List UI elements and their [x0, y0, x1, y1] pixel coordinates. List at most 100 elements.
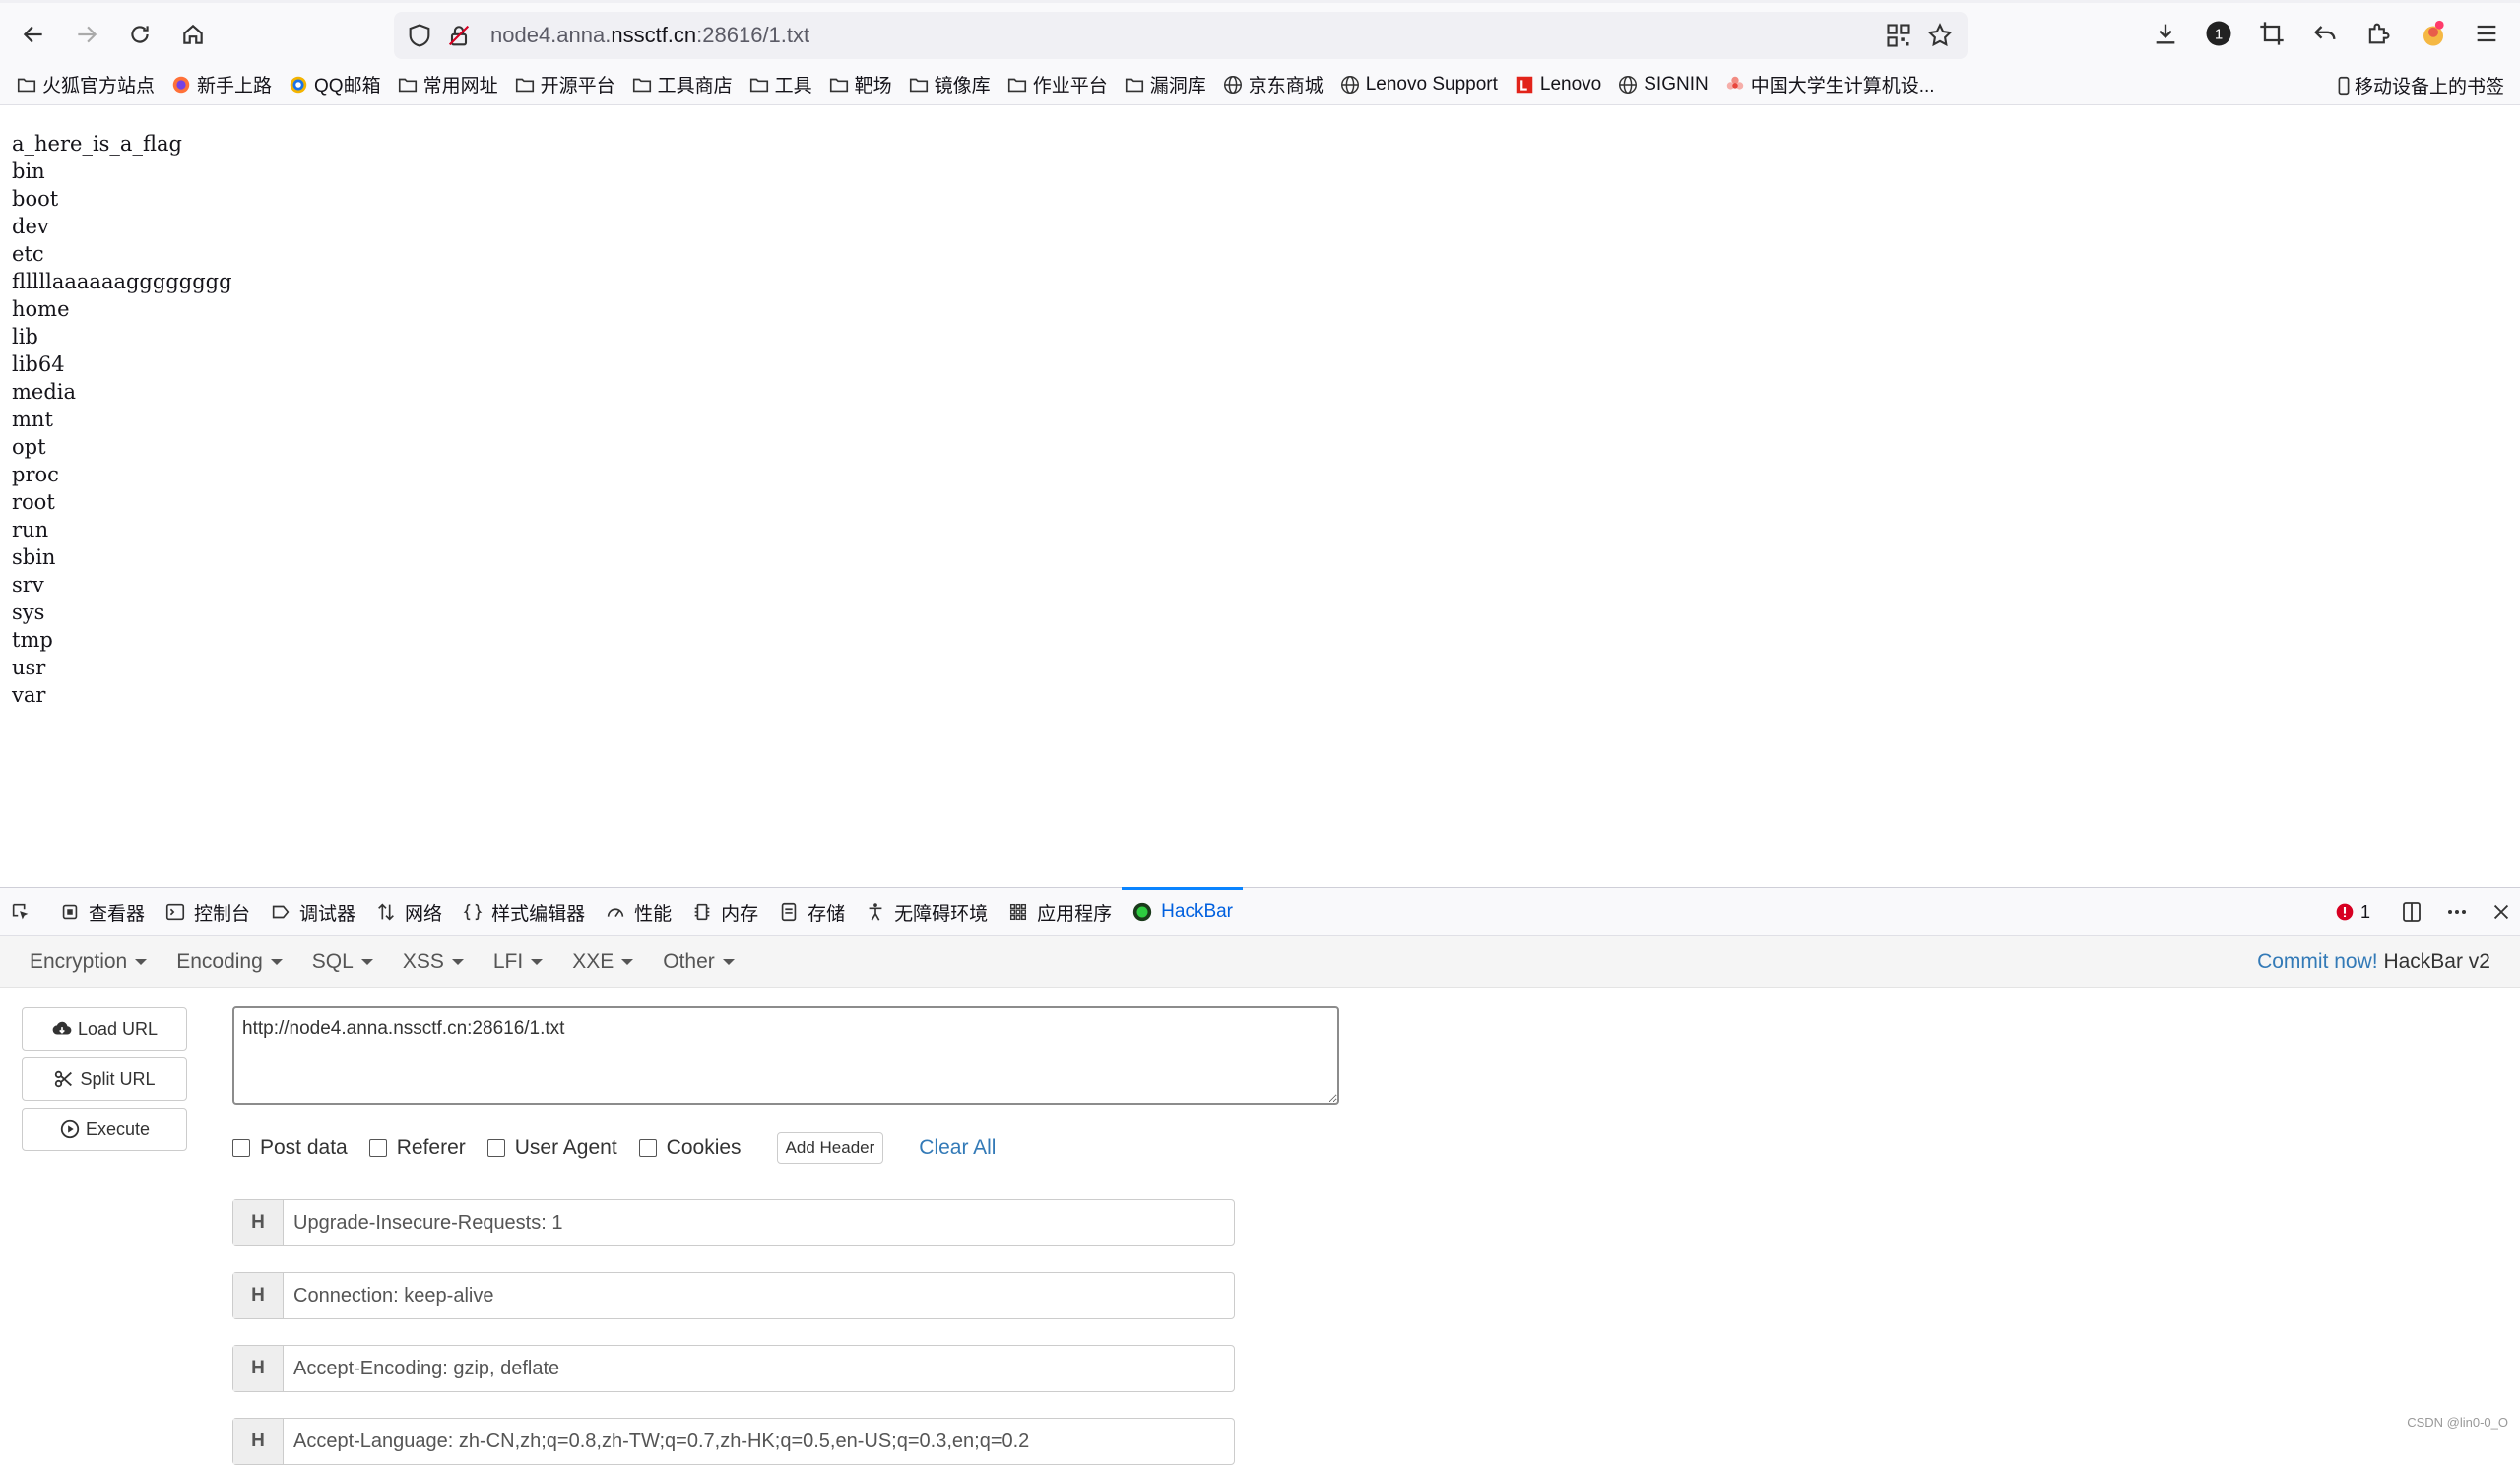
address-bar[interactable]: node4.anna.nssctf.cn:28616/1.txt — [394, 12, 1968, 59]
execute-button[interactable]: Execute — [22, 1108, 187, 1151]
mobile-bookmarks-folder[interactable]: 移动设备上的书签 — [2333, 72, 2504, 98]
downloads-button[interactable] — [2151, 19, 2180, 48]
console-icon — [165, 903, 185, 921]
screenshot-button[interactable] — [2257, 19, 2287, 48]
account-avatar-button[interactable] — [2419, 19, 2448, 48]
reload-button[interactable] — [120, 15, 160, 54]
bookmark-item[interactable]: 靶场 — [828, 71, 892, 97]
caret-down-icon — [451, 959, 464, 965]
directory-listing-line: flllllaaaaaagggggggg — [12, 270, 232, 293]
shield-icon[interactable] — [406, 22, 433, 49]
hackbar-menu-dropdown[interactable]: Other — [663, 950, 735, 974]
header-value[interactable]: Connection: keep-alive — [284, 1273, 1234, 1318]
bookmark-label: 镜像库 — [934, 76, 991, 96]
qr-code-icon[interactable] — [1885, 22, 1912, 49]
dock-side-icon[interactable] — [2400, 900, 2423, 924]
header-badge: H — [233, 1346, 284, 1391]
split-url-label: Split URL — [80, 1068, 156, 1089]
hackbar-menu-dropdown[interactable]: XXE — [572, 950, 634, 974]
star-bookmark-icon[interactable] — [1926, 22, 1954, 49]
split-url-button[interactable]: Split URL — [22, 1057, 187, 1101]
devtools-tab[interactable]: 存储 — [768, 888, 855, 935]
bookmark-item[interactable]: SIGNIN — [1617, 74, 1709, 96]
request-header-row[interactable]: H Accept-Encoding: gzip, deflate — [232, 1345, 1235, 1392]
clear-all-link[interactable]: Clear All — [919, 1136, 996, 1160]
devtools-tab[interactable]: 网络 — [365, 888, 452, 935]
bookmark-item[interactable]: QQ邮箱 — [288, 71, 381, 97]
insecure-lock-icon[interactable] — [445, 22, 473, 49]
header-badge: H — [233, 1200, 284, 1245]
caret-down-icon — [621, 959, 634, 965]
header-value[interactable]: Upgrade-Insecure-Requests: 1 — [284, 1200, 1234, 1245]
back-button[interactable] — [14, 15, 53, 54]
forward-button[interactable] — [67, 15, 106, 54]
folder-icon — [1007, 78, 1026, 92]
bookmark-item[interactable]: 镜像库 — [908, 71, 991, 97]
password-manager-button[interactable]: 1 — [2204, 19, 2233, 48]
lenovo-icon — [1516, 76, 1533, 93]
devtools-tab[interactable]: 调试器 — [260, 888, 365, 935]
bookmark-item[interactable]: 火狐官方站点 — [16, 71, 155, 97]
add-header-button[interactable]: Add Header — [776, 1132, 884, 1164]
bookmark-item[interactable]: 常用网址 — [397, 71, 498, 97]
undo-icon — [2314, 26, 2336, 40]
devtools-tab[interactable]: 性能 — [595, 888, 681, 935]
bookmark-item[interactable]: 作业平台 — [1006, 71, 1108, 97]
bookmark-item[interactable]: 京东商城 — [1222, 71, 1324, 97]
request-header-row[interactable]: H Upgrade-Insecure-Requests: 1 — [232, 1199, 1235, 1246]
devtools-tab-label: 控制台 — [194, 903, 251, 924]
hackbar-menu-dropdown[interactable]: XSS — [403, 950, 464, 974]
hackbar-menu-label: XSS — [402, 950, 444, 973]
undo-button[interactable] — [2310, 19, 2340, 48]
directory-listing-line: tmp — [12, 628, 53, 652]
bookmark-item[interactable]: 工具商店 — [631, 71, 733, 97]
bookmark-item[interactable]: 中国大学生计算机设... — [1724, 71, 1935, 97]
request-header-row[interactable]: H Connection: keep-alive — [232, 1272, 1235, 1319]
hackbar-menu-dropdown[interactable]: SQL — [312, 950, 373, 974]
devtools-tab[interactable]: 查看器 — [49, 888, 155, 935]
hackbar-menu-dropdown[interactable]: Encryption — [30, 950, 148, 974]
close-icon[interactable] — [2490, 901, 2512, 923]
bookmark-item[interactable]: Lenovo Support — [1339, 74, 1498, 96]
header-value[interactable]: Accept-Language: zh-CN,zh;q=0.8,zh-TW;q=… — [284, 1419, 1234, 1464]
devtools-tab[interactable]: 控制台 — [155, 888, 260, 935]
bookmark-label: 新手上路 — [197, 76, 273, 96]
extensions-button[interactable] — [2363, 19, 2393, 48]
devtools-tab[interactable]: HackBar — [1122, 887, 1243, 935]
url-text[interactable]: node4.anna.nssctf.cn:28616/1.txt — [490, 23, 809, 48]
svg-text:1: 1 — [2215, 27, 2223, 43]
bookmark-item[interactable]: 新手上路 — [170, 71, 272, 97]
referer-checkbox[interactable]: Referer — [368, 1136, 466, 1160]
devtools-tab[interactable]: 应用程序 — [998, 888, 1122, 935]
caret-down-icon — [360, 959, 373, 965]
user-agent-checkbox[interactable]: User Agent — [486, 1136, 617, 1160]
error-indicator[interactable]: 1 — [2335, 902, 2370, 923]
home-button[interactable] — [173, 15, 213, 54]
devtools-tab-label: HackBar — [1161, 901, 1234, 922]
bookmark-item[interactable]: 漏洞库 — [1124, 71, 1206, 97]
app-menu-button[interactable] — [2472, 19, 2501, 48]
folder-icon — [749, 78, 768, 92]
directory-listing-line: usr — [12, 656, 46, 679]
header-value[interactable]: Accept-Encoding: gzip, deflate — [284, 1346, 1234, 1391]
commit-now-link[interactable]: Commit now! — [2257, 950, 2378, 973]
devtools-tab[interactable]: 样式编辑器 — [452, 888, 595, 935]
hackbar-menu-dropdown[interactable]: Encoding — [176, 950, 283, 974]
hackbar-menu-dropdown[interactable]: LFI — [493, 950, 544, 974]
bookmark-item[interactable]: 开源平台 — [514, 71, 615, 97]
cookies-checkbox[interactable]: Cookies — [638, 1136, 742, 1160]
post-data-checkbox[interactable]: Post data — [232, 1136, 348, 1160]
network-icon — [378, 903, 394, 921]
bookmark-item[interactable]: Lenovo — [1514, 74, 1601, 96]
devtools-tab[interactable]: 内存 — [681, 888, 768, 935]
bookmark-item[interactable]: 工具 — [748, 71, 812, 97]
element-picker-button[interactable] — [0, 888, 49, 935]
hackbar-url-input[interactable] — [232, 1006, 1339, 1105]
load-url-button[interactable]: Load URL — [22, 1007, 187, 1051]
devtools-tab[interactable]: 无障碍环境 — [855, 888, 998, 935]
request-header-row[interactable]: H Accept-Language: zh-CN,zh;q=0.8,zh-TW;q… — [232, 1418, 1235, 1465]
error-count: 1 — [2359, 901, 2370, 922]
directory-listing-line: a_here_is_a_flag — [12, 132, 182, 156]
folder-icon — [909, 78, 928, 92]
more-options-icon[interactable] — [2445, 900, 2469, 924]
